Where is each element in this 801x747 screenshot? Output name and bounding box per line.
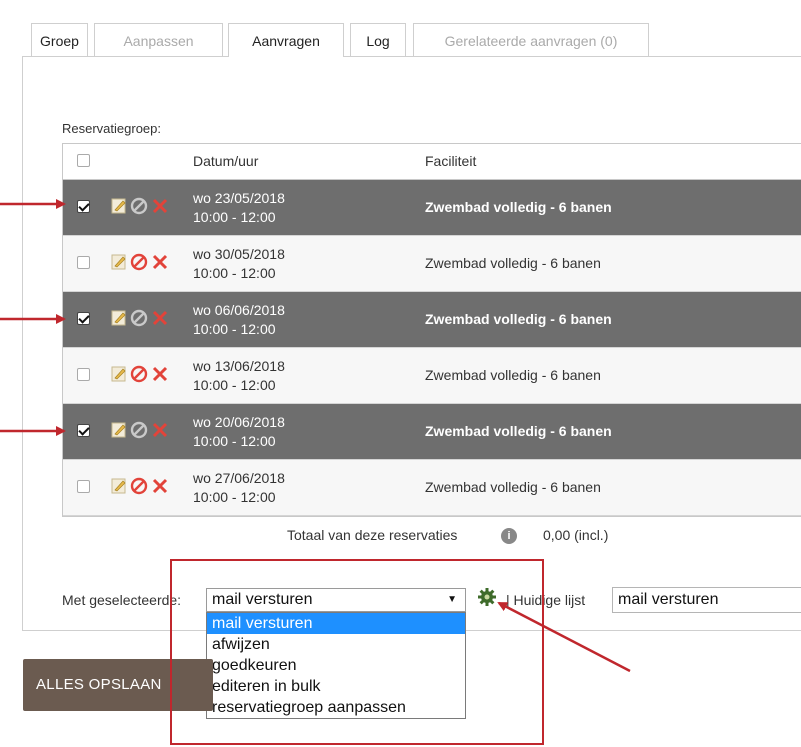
arrow-gear bbox=[497, 601, 631, 673]
annotation-arrows bbox=[0, 199, 631, 673]
